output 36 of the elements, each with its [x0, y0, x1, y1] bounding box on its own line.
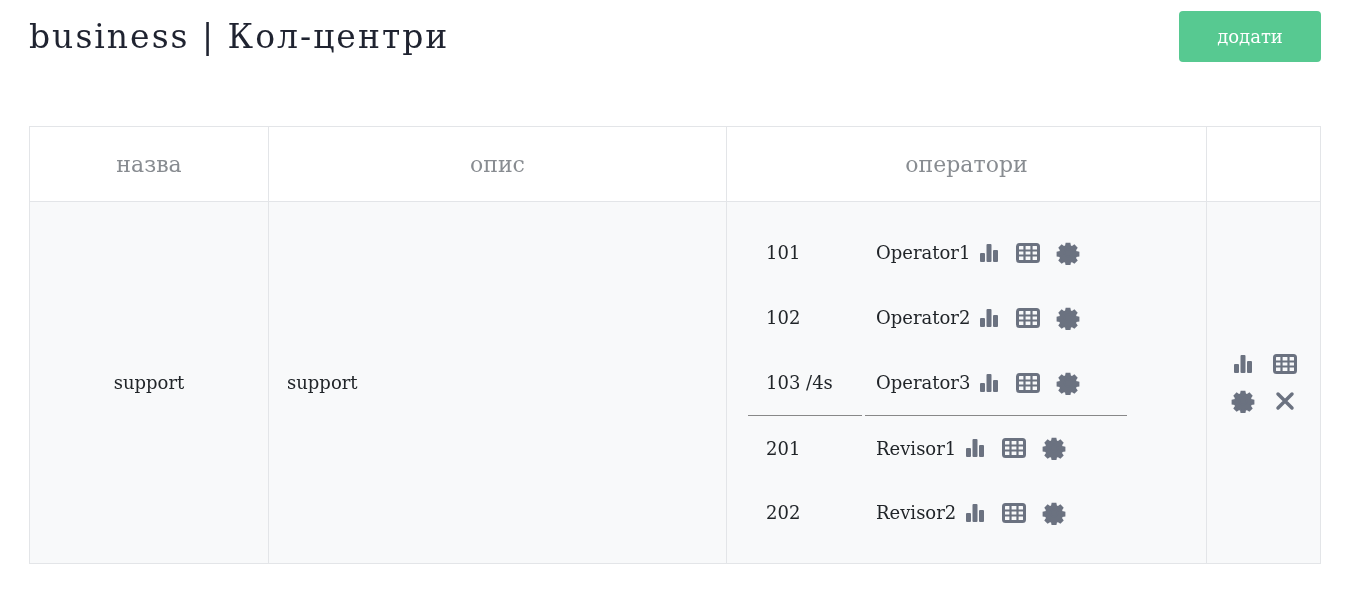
- extension-number: 102: [765, 307, 802, 328]
- bar-chart-icon[interactable]: [978, 241, 1001, 264]
- table-cell: support: [29, 201, 269, 564]
- table-icon[interactable]: [1002, 502, 1027, 523]
- operator-name: Operator3: [876, 372, 971, 393]
- operator-name: Operator1: [876, 242, 971, 263]
- table-icon[interactable]: [1016, 307, 1041, 328]
- settings-icon[interactable]: [1056, 240, 1081, 265]
- settings-icon[interactable]: [1056, 305, 1081, 330]
- settings-icon[interactable]: [1056, 370, 1081, 395]
- page-title: business | Кол-центри: [29, 17, 450, 56]
- bar-chart-icon[interactable]: [978, 306, 1001, 329]
- bar-chart-icon[interactable]: [964, 501, 987, 524]
- extension-number: 101: [765, 242, 802, 263]
- add-button[interactable]: додати: [1179, 11, 1321, 62]
- extension-number: 201: [765, 437, 802, 459]
- settings-icon[interactable]: [1042, 436, 1067, 460]
- operator-name: Operator2: [876, 307, 971, 328]
- operator-name: Revisor1: [876, 437, 957, 459]
- bar-chart-icon[interactable]: [1231, 352, 1254, 375]
- table-icon[interactable]: [1002, 438, 1027, 458]
- close-icon[interactable]: [1274, 390, 1295, 411]
- operator-name: Revisor2: [876, 502, 957, 523]
- settings-icon[interactable]: [1230, 388, 1255, 413]
- settings-icon[interactable]: [1042, 500, 1067, 525]
- table-icon[interactable]: [1016, 372, 1041, 393]
- column-header: назва: [29, 126, 269, 202]
- bar-chart-icon[interactable]: [964, 437, 987, 459]
- table-cell: support: [268, 201, 727, 564]
- extension-number: 103 /4s: [765, 372, 834, 393]
- column-header: оператори: [726, 126, 1207, 202]
- column-header: опис: [268, 126, 727, 202]
- table-icon[interactable]: [1272, 353, 1297, 374]
- bar-chart-icon[interactable]: [978, 371, 1001, 394]
- extension-number: 202: [765, 502, 802, 523]
- table-icon[interactable]: [1016, 242, 1041, 263]
